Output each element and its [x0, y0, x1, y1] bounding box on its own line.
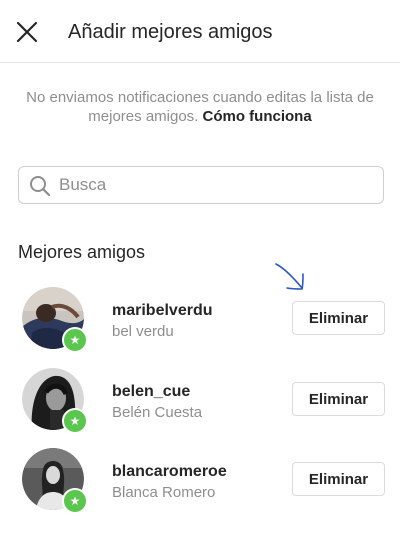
friend-fullname: Blanca Romero — [112, 484, 216, 501]
star-badge-icon: ★ — [62, 327, 88, 353]
star-badge-icon: ★ — [62, 408, 88, 434]
notice-message: No enviamos notificaciones cuando editas… — [26, 89, 374, 125]
header-bar: Añadir mejores amigos — [0, 0, 400, 63]
close-icon[interactable] — [14, 19, 40, 45]
friend-username: blancaromeroe — [112, 463, 227, 480]
search-icon — [30, 176, 51, 197]
search-box[interactable] — [18, 166, 384, 204]
remove-button[interactable]: Eliminar — [292, 382, 385, 416]
page-title: Añadir mejores amigos — [68, 21, 273, 43]
friend-username: belen_cue — [112, 383, 191, 400]
friend-fullname: bel verdu — [112, 323, 174, 340]
avatar[interactable]: ★ — [22, 448, 88, 514]
notice-text: No enviamos notificaciones cuando editas… — [20, 88, 380, 126]
search-input[interactable] — [59, 171, 369, 199]
friend-row: ★ maribelverdu bel verdu Eliminar — [0, 287, 400, 357]
avatar[interactable]: ★ — [22, 287, 88, 353]
how-it-works-link[interactable]: Cómo funciona — [203, 108, 312, 125]
remove-button[interactable]: Eliminar — [292, 301, 385, 335]
avatar[interactable]: ★ — [22, 368, 88, 434]
friend-row: ★ belen_cue Belén Cuesta Eliminar — [0, 368, 400, 438]
remove-button[interactable]: Eliminar — [292, 462, 385, 496]
section-title: Mejores amigos — [18, 242, 146, 262]
friend-row: ★ blancaromeroe Blanca Romero Eliminar — [0, 448, 400, 518]
friend-fullname: Belén Cuesta — [112, 404, 203, 421]
star-badge-icon: ★ — [62, 488, 88, 514]
friend-username: maribelverdu — [112, 302, 213, 319]
